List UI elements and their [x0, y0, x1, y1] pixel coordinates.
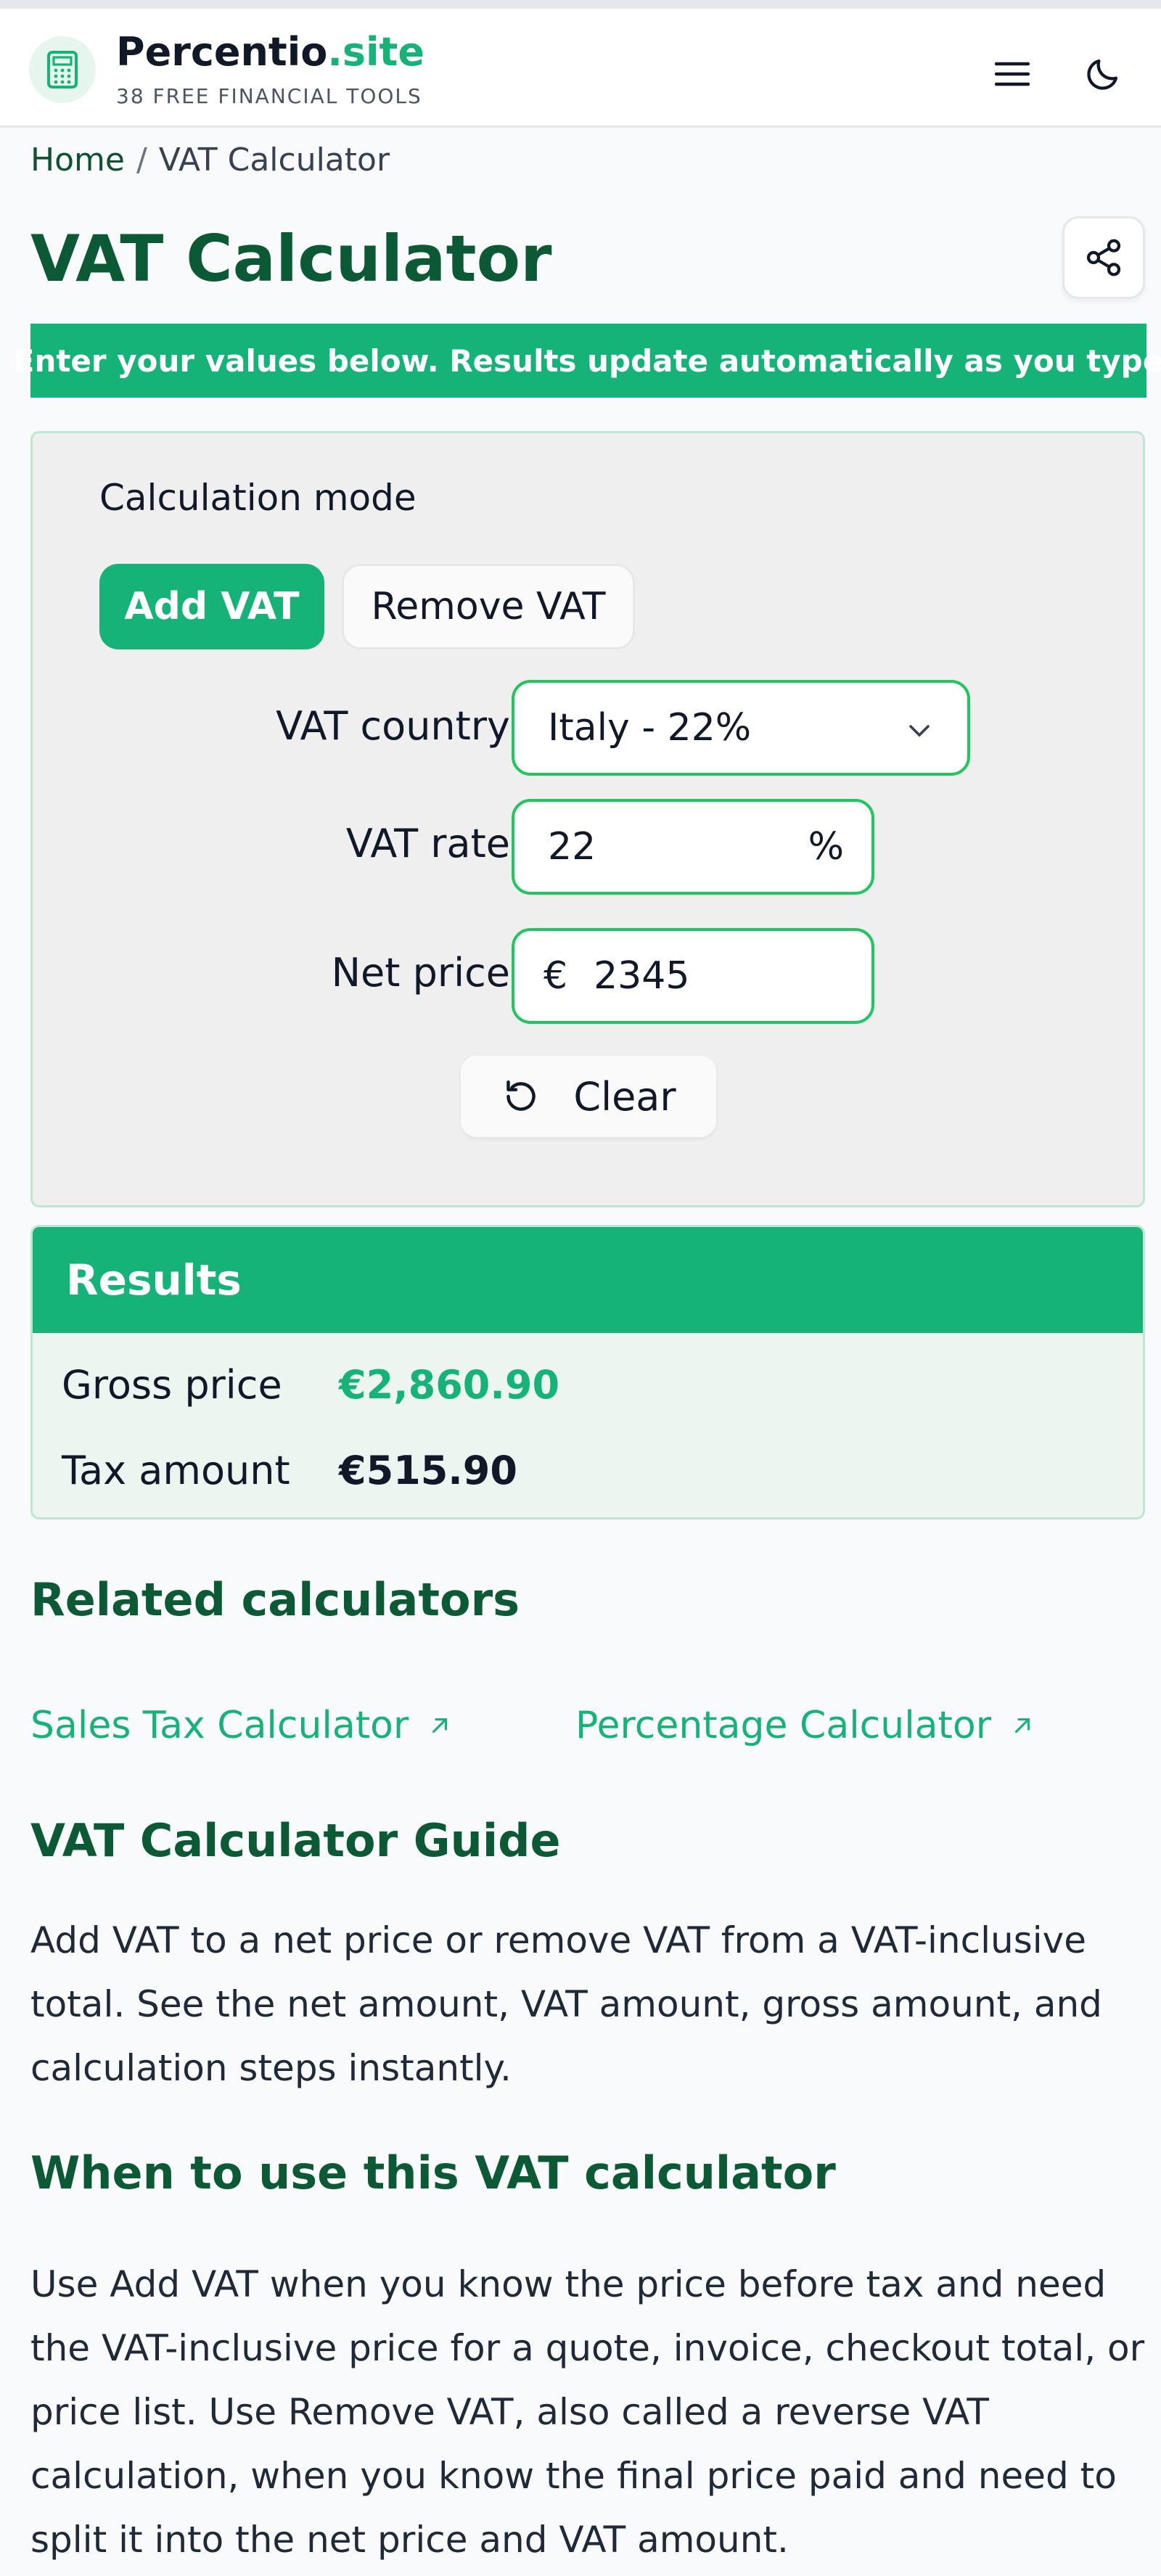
vat-rate-label: VAT rate	[345, 821, 510, 866]
results-panel: Results Gross price €2,860.90 Tax amount…	[30, 1225, 1145, 1519]
tax-amount-label: Tax amount	[62, 1448, 290, 1493]
net-price-value: 2345	[594, 954, 690, 998]
guide-paragraph: Add VAT to a net price or remove VAT fro…	[30, 1919, 1102, 2089]
share-icon	[1086, 239, 1121, 276]
vat-country-value: Italy - 22%	[548, 706, 752, 750]
external-arrow-icon	[1015, 1718, 1030, 1734]
when-paragraph: Use Add VAT when you know the price befo…	[30, 2263, 1145, 2561]
instruction-banner: Enter your values below. Results update …	[14, 324, 1161, 398]
percentage-link-label: Percentage Calculator	[575, 1704, 992, 1747]
brand-tagline: 38 FREE FINANCIAL TOOLS	[116, 84, 422, 108]
breadcrumb: Home / VAT Calculator	[30, 141, 390, 179]
clear-label: Clear	[573, 1073, 676, 1120]
breadcrumb-current: VAT Calculator	[158, 141, 390, 179]
chevron-down-icon	[909, 725, 930, 737]
external-arrow-icon	[432, 1718, 448, 1734]
gross-price-value: €2,860.90	[339, 1362, 560, 1408]
when-heading: When to use this VAT calculator	[30, 2146, 836, 2199]
vat-rate-value: 22	[548, 825, 596, 869]
percent-unit: %	[808, 825, 844, 869]
sales-tax-link-label: Sales Tax Calculator	[30, 1704, 409, 1747]
currency-symbol: €	[543, 954, 568, 998]
page-title: VAT Calculator	[30, 221, 552, 296]
results-title: Results	[33, 1227, 1143, 1333]
share-button[interactable]	[1062, 216, 1145, 299]
brand-name[interactable]: Percentio.site	[116, 29, 424, 75]
mode-label: Calculation mode	[99, 477, 417, 519]
brand-main: Percentio	[116, 29, 328, 75]
breadcrumb-home-link[interactable]: Home	[30, 141, 125, 179]
sales-tax-calculator-link[interactable]: Sales Tax Calculator	[30, 1704, 452, 1747]
guide-heading: VAT Calculator Guide	[30, 1814, 561, 1867]
brand-accent: .site	[327, 29, 424, 75]
reset-icon	[501, 1076, 541, 1117]
vat-country-select[interactable]: Italy - 22%	[512, 680, 970, 776]
net-price-input[interactable]: € 2345	[512, 928, 874, 1024]
site-header: Percentio.site 38 FREE FINANCIAL TOOLS	[0, 9, 1161, 128]
hamburger-menu-icon[interactable]	[983, 45, 1041, 103]
add-vat-button[interactable]: Add VAT	[99, 564, 324, 649]
related-heading: Related calculators	[30, 1573, 520, 1626]
percentage-calculator-link[interactable]: Percentage Calculator	[575, 1704, 1035, 1747]
tax-amount-value: €515.90	[339, 1448, 517, 1493]
breadcrumb-separator: /	[136, 141, 147, 179]
calculator-card: Calculation mode Add VAT Remove VAT VAT …	[30, 431, 1145, 1207]
remove-vat-button[interactable]: Remove VAT	[342, 564, 635, 649]
vat-rate-input[interactable]: 22 %	[512, 799, 874, 895]
gross-price-label: Gross price	[62, 1362, 282, 1408]
net-price-label: Net price	[331, 950, 510, 996]
calculator-icon[interactable]	[29, 36, 96, 103]
top-edge	[0, 0, 1161, 9]
moon-icon[interactable]	[1074, 45, 1132, 103]
vat-country-label: VAT country	[276, 703, 510, 749]
clear-button[interactable]: Clear	[461, 1056, 716, 1137]
